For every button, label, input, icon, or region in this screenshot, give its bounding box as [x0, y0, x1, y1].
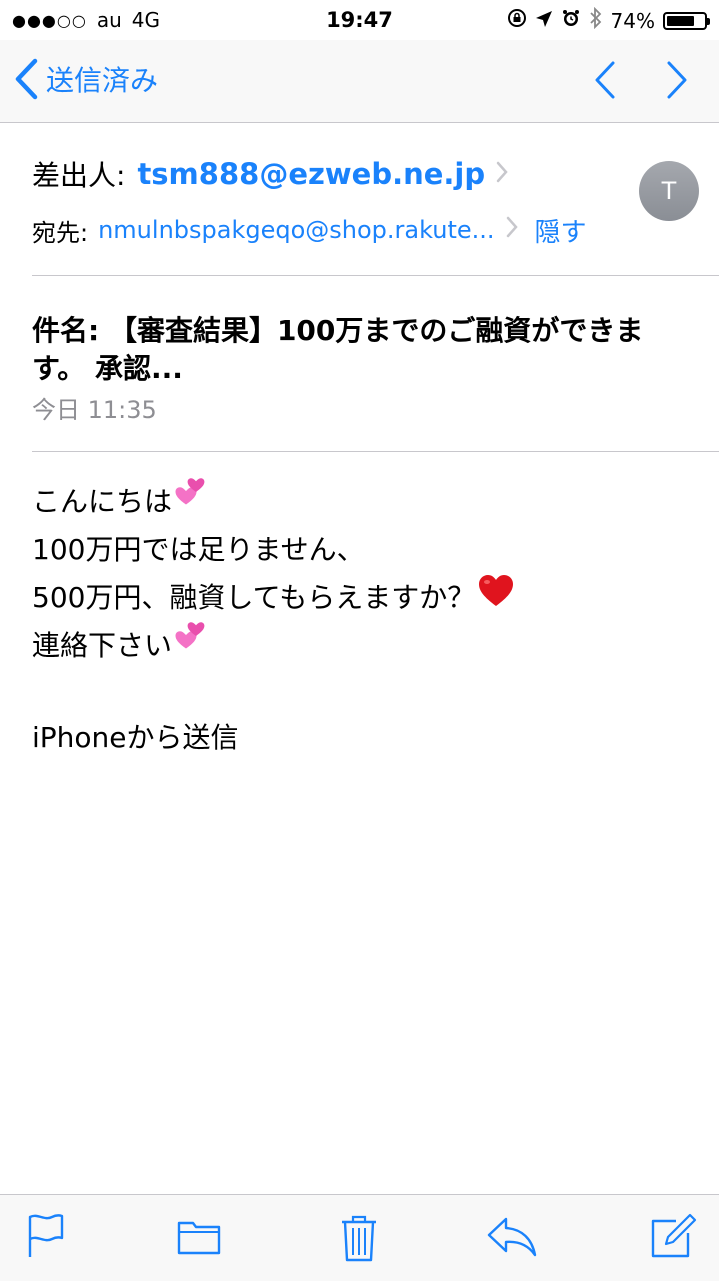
message-header: 差出人: tsm888@ezweb.ne.jp 宛先: nmulnbspakge… [32, 150, 719, 256]
status-right: 74% [507, 6, 710, 34]
hide-details-button[interactable]: 隠す [535, 212, 587, 249]
body-line: 100万円では足りません、 [32, 526, 682, 574]
sender-address[interactable]: tsm888@ezweb.ne.jp [137, 157, 485, 191]
navigation-bar: 送信済み [0, 40, 719, 123]
divider [32, 451, 719, 452]
flag-icon [26, 1214, 66, 1263]
chevron-right-icon [495, 158, 509, 191]
folder-icon [176, 1221, 222, 1263]
body-line-text: こんにちは [32, 485, 173, 518]
divider [32, 275, 719, 276]
two-hearts-icon [174, 621, 210, 672]
chevron-down-icon [665, 61, 689, 104]
bottom-toolbar [0, 1194, 719, 1281]
battery-icon [663, 11, 710, 30]
bluetooth-icon [589, 6, 603, 34]
two-hearts-icon [174, 477, 210, 528]
recipient-address[interactable]: nmulnbspakgeqo@shop.rakute... [98, 216, 494, 244]
status-bar: ●●●○○ au 4G 19:47 74% [0, 0, 719, 40]
signature: iPhoneから送信 [32, 714, 682, 762]
body-line-text: 100万円では足りません、 [32, 533, 365, 566]
battery-fill [667, 15, 694, 26]
trash-icon [338, 1215, 380, 1267]
back-button[interactable]: 送信済み [14, 58, 158, 100]
body-line-text: 連絡下さい [32, 629, 173, 662]
message-navigation [593, 60, 689, 104]
message-body: こんにちは 100万円では足りません、 500万円、融資してもらえますか？ 連絡… [32, 477, 682, 762]
message-date: 今日 11:35 [32, 396, 157, 424]
message-subject: 件名: 【審査結果】100万までのご融資ができます。 承認... [32, 314, 644, 385]
from-row[interactable]: 差出人: tsm888@ezweb.ne.jp [32, 150, 719, 198]
previous-message-button[interactable] [593, 60, 617, 104]
chevron-right-icon [505, 215, 519, 245]
chevron-up-icon [593, 61, 617, 104]
reply-button[interactable] [486, 1213, 538, 1263]
rotation-lock-icon [507, 8, 527, 33]
flag-button[interactable] [26, 1213, 66, 1263]
location-icon [535, 9, 553, 33]
compose-button[interactable] [650, 1213, 698, 1263]
reply-icon [486, 1217, 538, 1263]
from-label: 差出人: [32, 159, 126, 192]
signature-text: iPhoneから送信 [32, 721, 239, 754]
body-line: 連絡下さい [32, 621, 682, 672]
alarm-icon [561, 8, 581, 33]
body-line: こんにちは [32, 477, 682, 528]
to-row[interactable]: 宛先: nmulnbspakgeqo@shop.rakute... 隠す [32, 204, 719, 256]
delete-button[interactable] [338, 1213, 380, 1267]
avatar[interactable]: T [639, 161, 699, 221]
chevron-left-icon [14, 58, 38, 100]
back-button-label: 送信済み [46, 64, 159, 97]
body-line-text: 500万円、融資してもらえますか？ [32, 581, 476, 614]
compose-icon [650, 1213, 698, 1263]
move-to-folder-button[interactable] [176, 1213, 222, 1263]
next-message-button[interactable] [665, 60, 689, 104]
to-label: 宛先: [32, 218, 89, 247]
red-heart-icon [477, 572, 515, 625]
battery-percent: 74% [610, 8, 655, 33]
body-line: 500万円、融資してもらえますか？ [32, 574, 682, 622]
